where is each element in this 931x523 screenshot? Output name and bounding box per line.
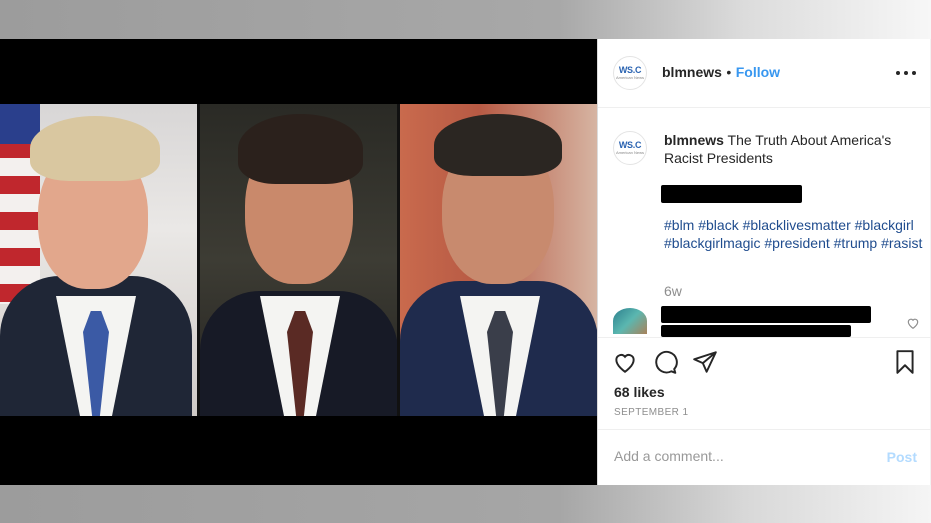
post-header: WS.C American News blmnews • Follow <box>598 39 930 108</box>
avatar-logo-text: WS.C <box>618 65 642 75</box>
flag-graphic <box>0 104 40 304</box>
post-sidebar: WS.C American News blmnews • Follow WS.C… <box>597 39 931 485</box>
avatar-logo-subtext: American News <box>615 75 644 80</box>
caption-age: 6w <box>664 283 682 299</box>
post-date: SEPTEMBER 1 <box>614 407 689 418</box>
caption: blmnews The Truth About America's Racist… <box>664 131 914 167</box>
username-link[interactable]: blmnews <box>662 64 722 80</box>
bookmark-icon[interactable] <box>892 349 918 375</box>
paper-plane-icon[interactable] <box>692 349 718 375</box>
account-avatar[interactable]: WS.C American News <box>613 56 647 90</box>
redaction-bar <box>661 185 802 203</box>
heart-icon[interactable] <box>612 349 638 375</box>
redaction-bar-comment-1 <box>661 306 871 323</box>
bottom-background-band <box>0 485 931 523</box>
small-heart-icon[interactable] <box>906 316 920 330</box>
portrait-collage <box>0 104 597 416</box>
header-user-line: blmnews • Follow <box>662 64 780 82</box>
post-comment-button[interactable]: Post <box>887 449 917 465</box>
portrait-middle <box>200 104 397 416</box>
caption-avatar[interactable]: WS.C American News <box>613 131 647 165</box>
top-background-band <box>0 0 931 39</box>
caption-username[interactable]: blmnews <box>664 132 724 148</box>
commenter-avatar[interactable] <box>613 308 647 334</box>
post-image[interactable] <box>0 39 597 485</box>
comment-icon[interactable] <box>652 349 678 375</box>
likes-count[interactable]: 68 likes <box>614 384 665 400</box>
portrait-left <box>0 104 197 416</box>
portrait-right <box>400 104 597 416</box>
separator-dot: • <box>726 64 732 80</box>
more-options-icon[interactable] <box>896 63 916 83</box>
follow-button[interactable]: Follow <box>736 64 780 80</box>
redaction-bar-comment-2 <box>661 325 851 337</box>
hashtags[interactable]: #blm #black #blacklivesmatter #blackgirl… <box>664 217 924 252</box>
comment-input[interactable] <box>614 448 864 464</box>
comment-bar: Post <box>598 429 931 485</box>
